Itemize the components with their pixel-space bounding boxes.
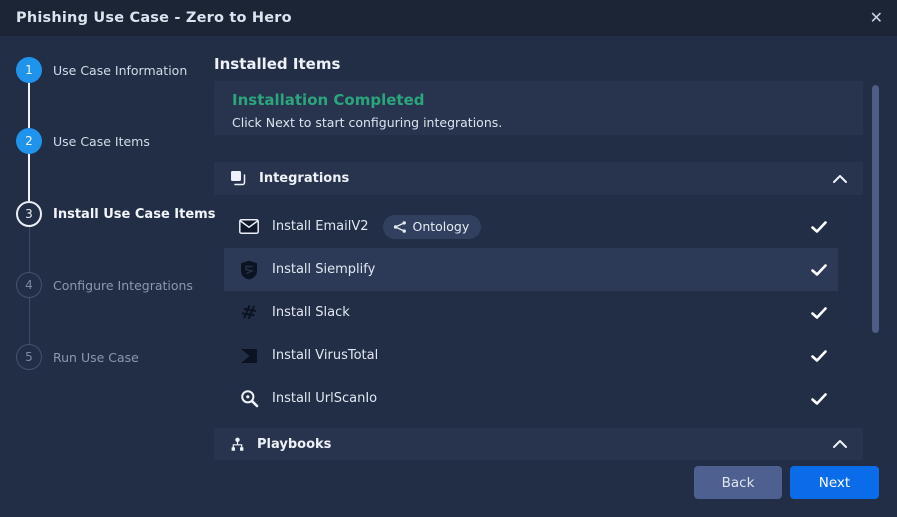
step-number-badge: 3: [16, 201, 42, 227]
list-item-install-slack[interactable]: # Install Slack: [224, 291, 838, 334]
stepper-connector: [29, 227, 30, 272]
stepper-connector: [29, 298, 30, 344]
banner-title: Installation Completed: [232, 91, 424, 109]
stepper-connector: [28, 83, 30, 128]
step-number-badge: 1: [16, 57, 42, 83]
section-header-integrations[interactable]: Integrations: [214, 162, 863, 195]
item-label: Install UrlScanIo: [272, 391, 377, 406]
step-number-badge: 2: [16, 128, 42, 154]
step-label: Install Use Case Items: [53, 207, 215, 222]
item-label: Install EmailV2: [272, 219, 369, 234]
urlscan-magnifier-icon: [238, 389, 260, 408]
step-install-use-case-items[interactable]: 3 Install Use Case Items: [16, 201, 215, 227]
section-label: Integrations: [259, 171, 349, 186]
playbooks-sitemap-icon: [230, 437, 245, 452]
scrollbar-thumb[interactable]: [872, 85, 879, 333]
list-item-install-urlscanio[interactable]: Install UrlScanIo: [224, 377, 838, 420]
chevron-up-icon[interactable]: [833, 175, 847, 183]
modal-titlebar: Phishing Use Case - Zero to Hero ✕: [0, 0, 897, 36]
check-icon: [811, 350, 827, 362]
virustotal-icon: [238, 347, 260, 365]
check-icon: [811, 264, 827, 276]
siemplify-icon: [238, 260, 260, 280]
banner-subtitle: Click Next to start configuring integrat…: [232, 115, 502, 130]
section-header-playbooks[interactable]: Playbooks: [214, 428, 863, 460]
check-icon: [811, 307, 827, 319]
close-icon[interactable]: ✕: [870, 10, 883, 26]
slack-icon: #: [238, 302, 260, 324]
next-button[interactable]: Next: [790, 466, 879, 499]
page-title: Installed Items: [214, 55, 340, 73]
step-use-case-information[interactable]: 1 Use Case Information: [16, 57, 187, 83]
modal-title: Phishing Use Case - Zero to Hero: [16, 10, 292, 26]
step-run-use-case[interactable]: 5 Run Use Case: [16, 344, 139, 370]
integrations-icon: [230, 170, 247, 187]
badge-label: Ontology: [413, 219, 470, 234]
email-icon: [238, 219, 260, 234]
install-use-case-modal: Phishing Use Case - Zero to Hero ✕ 1 Use…: [0, 0, 897, 517]
item-label: Install VirusTotal: [272, 348, 378, 363]
stepper-connector: [28, 154, 30, 201]
step-configure-integrations[interactable]: 4 Configure Integrations: [16, 272, 193, 298]
chevron-up-icon[interactable]: [833, 440, 847, 448]
ontology-badge: Ontology: [383, 215, 482, 239]
step-label: Use Case Items: [53, 134, 150, 149]
item-label: Install Siemplify: [272, 262, 375, 277]
step-number-badge: 4: [16, 272, 42, 298]
list-item-install-siemplify[interactable]: Install Siemplify: [224, 248, 838, 291]
step-number-badge: 5: [16, 344, 42, 370]
step-label: Use Case Information: [53, 63, 187, 78]
item-label: Install Slack: [272, 305, 350, 320]
step-label: Run Use Case: [53, 350, 139, 365]
step-use-case-items[interactable]: 2 Use Case Items: [16, 128, 150, 154]
installation-completed-banner: Installation Completed Click Next to sta…: [214, 81, 863, 135]
check-icon: [811, 393, 827, 405]
check-icon: [811, 221, 827, 233]
step-label: Configure Integrations: [53, 278, 193, 293]
list-item-install-emailv2[interactable]: Install EmailV2 Ontology: [224, 205, 838, 248]
ontology-branch-icon: [393, 220, 407, 234]
section-label: Playbooks: [257, 437, 331, 452]
back-button[interactable]: Back: [694, 466, 782, 499]
list-item-install-virustotal[interactable]: Install VirusTotal: [224, 334, 838, 377]
